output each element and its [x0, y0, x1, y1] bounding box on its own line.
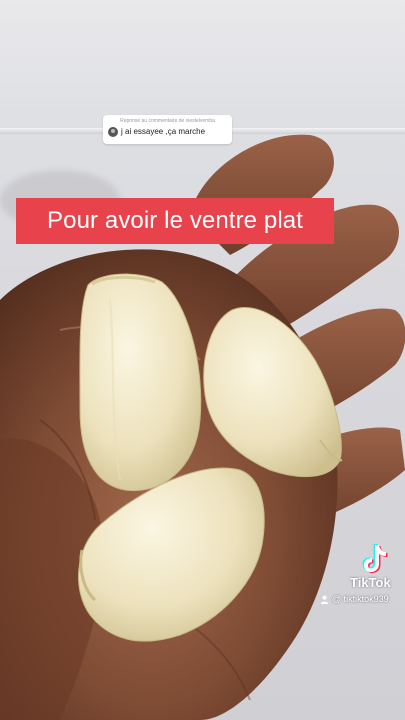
person-icon: [320, 595, 329, 604]
video-frame[interactable]: Reponse au commentaire de xiestelvemba j…: [0, 0, 405, 720]
reply-comment-text: j ai essayee ,ça marche: [121, 127, 206, 136]
user-handle-text: @ tiktiktok939: [332, 594, 389, 604]
comment-reply-bubble[interactable]: Reponse au commentaire de xiestelvemba j…: [103, 115, 232, 144]
caption-text: Pour avoir le ventre plat: [47, 207, 303, 234]
commenter-avatar: [108, 127, 118, 137]
reply-header: Reponse au commentaire de xiestelvemba: [120, 118, 215, 124]
reply-row: j ai essayee ,ça marche: [108, 127, 227, 137]
creator-handle[interactable]: @ tiktiktok939: [320, 594, 389, 604]
hand-with-garlic-photo: [0, 134, 405, 720]
caption-banner: Pour avoir le ventre plat: [16, 198, 334, 244]
tiktok-wordmark: TikTok: [350, 575, 391, 590]
